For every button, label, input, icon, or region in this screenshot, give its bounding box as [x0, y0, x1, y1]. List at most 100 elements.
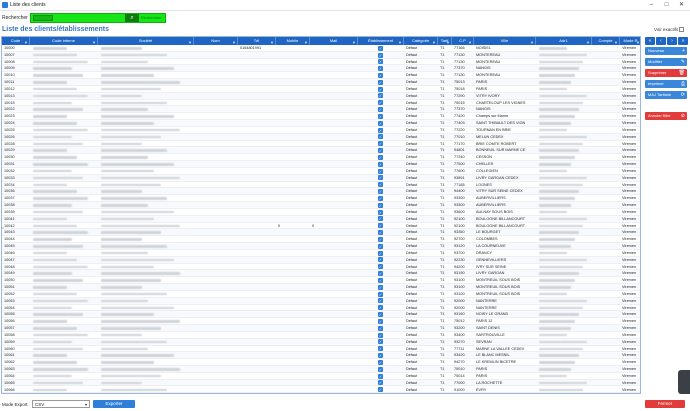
establishment-checkbox[interactable]: ✓ [378, 346, 383, 352]
establishment-checkbox[interactable]: ✓ [378, 127, 383, 133]
table-row[interactable]: 10048 ✓ Défaut T1 94200 IVRY SUR SEINE Viremen [2, 264, 640, 271]
exact-checkbox[interactable] [679, 27, 685, 33]
table-row[interactable]: 10033 ✓ Défaut T1 93891 LIVRY GARGAN CEDEX Vir… [2, 174, 640, 182]
column-header[interactable]: Tarif ▼ [438, 37, 452, 45]
establishment-checkbox[interactable]: ✓ [378, 182, 383, 188]
table-row[interactable]: 10056 ✓ Défaut T1 75012 PARIS 12 Viremen [2, 318, 640, 326]
table-row[interactable]: 10038 ✓ Défaut T1 93300 AUBERVILLIERS Viremen [2, 202, 640, 209]
table-row[interactable]: 10015 ✓ Défaut T1 75015 CHARTELOUP LES VIGNES… [2, 100, 640, 107]
establishment-checkbox[interactable]: ✓ [378, 168, 383, 174]
table-row[interactable]: 10022 ✓ Défaut T1 77370 NANGIS Viremen [2, 106, 640, 114]
table-row[interactable]: 10057 ✓ Défaut T1 93200 SAINT DENIS Viremen [2, 325, 640, 332]
export-button[interactable]: Exporter [93, 400, 135, 408]
table-row[interactable]: 10060 ✓ Défaut T1 77711 MARNE LA VALLEE CEDEX… [2, 346, 640, 353]
establishment-checkbox[interactable]: ✓ [378, 277, 383, 283]
floating-panel-tab[interactable] [678, 370, 690, 394]
establishment-checkbox[interactable]: ✓ [378, 332, 383, 338]
column-header[interactable]: Nom ▼ [194, 37, 238, 45]
table-row[interactable]: 10058 ✓ Défaut T1 93400 SARTROUVILLE Viremen [2, 332, 640, 339]
search-input[interactable] [33, 15, 53, 21]
table-row[interactable]: 10062 ✓ Défaut T1 94270 LE KREMLIN BICETRE Vir… [2, 359, 640, 366]
table-row[interactable]: 10024 ✓ Défaut T1 77403 SAINT THIBAULT DES VI… [2, 120, 640, 127]
exact-toggle[interactable]: Voir exactifs [654, 27, 685, 33]
table-row[interactable]: 10052 ✓ Défaut T1 93100 MONTREUIL SOUS BOIS Vi… [2, 291, 640, 298]
cancel-filter-button[interactable]: Annuler filtre ⊘ [645, 112, 687, 120]
table-row[interactable]: 10031 ✓ Défaut T1 77500 CHELLES Viremen [2, 161, 640, 168]
establishment-checkbox[interactable]: ✓ [378, 86, 383, 92]
table-row[interactable]: 10043 ✓ Défaut T1 93350 LE BOURGET Viremen [2, 229, 640, 237]
table-row[interactable]: 10049 ✓ Défaut T1 93190 LIVRY GARGAN Viremen [2, 270, 640, 278]
table-row[interactable]: 10030 ✓ Défaut T1 77240 CESSON Viremen [2, 154, 640, 162]
resize-handle[interactable]: ⇔ [0, 225, 5, 231]
table-row[interactable]: 10053 ✓ Défaut T1 92000 NANTERRE Viremen [2, 297, 640, 305]
establishment-checkbox[interactable]: ✓ [378, 223, 383, 229]
column-header[interactable]: Catégorie ▼ [404, 37, 438, 45]
maximize-button[interactable]: □ [660, 0, 673, 10]
establishment-checkbox[interactable]: ✓ [378, 257, 383, 263]
establishment-checkbox[interactable]: ✓ [378, 373, 383, 379]
table-row[interactable]: 10055 ✓ Défaut T1 93160 NOISY LE GRAND Viremen [2, 311, 640, 319]
table-row[interactable]: 10032 ✓ Défaut T1 77600 COLLEGIEN Viremen [2, 168, 640, 175]
table-row[interactable]: 10010 ✓ Défaut T1 77130 MONTEREAU Viremen [2, 72, 640, 80]
table-row[interactable]: 10034 ✓ Défaut T1 77185 LOGNES Viremen [2, 182, 640, 189]
establishment-checkbox[interactable]: ✓ [378, 325, 383, 331]
search-button[interactable]: ⌕ [125, 14, 139, 22]
establishment-checkbox[interactable]: ✓ [378, 264, 383, 270]
establishment-checkbox[interactable]: ✓ [378, 312, 383, 318]
next-page-button[interactable]: › [667, 37, 677, 45]
establishment-checkbox[interactable]: ✓ [378, 339, 383, 345]
establishment-checkbox[interactable]: ✓ [378, 79, 383, 85]
table-row[interactable]: 10026 ✓ Défaut T1 77010 MELUN CEDEX Viremen [2, 133, 640, 141]
establishment-checkbox[interactable]: ✓ [378, 154, 383, 160]
table-row[interactable]: 10054 ✓ Défaut T1 92000 NANTERRE Viremen [2, 305, 640, 312]
establishment-checkbox[interactable]: ✓ [378, 195, 383, 201]
establishment-checkbox[interactable]: ✓ [378, 175, 383, 181]
first-page-button[interactable]: « [645, 37, 655, 45]
establishment-checkbox[interactable]: ✓ [378, 73, 383, 78]
establishment-checkbox[interactable]: ✓ [378, 271, 383, 277]
update-tariff-button[interactable]: MAJ Tarifaire ⟳ [645, 91, 687, 99]
table-row[interactable]: 10007 ✓ Défaut T1 77130 MONTEREAU Viremen [2, 51, 640, 59]
close-button[interactable]: Fermer [645, 400, 685, 408]
establishment-checkbox[interactable]: ✓ [378, 380, 383, 386]
table-row[interactable]: 10046 ✓ Défaut T1 93700 DRANCY Viremen [2, 250, 640, 257]
establishment-checkbox[interactable]: ✓ [378, 202, 383, 208]
establishment-checkbox[interactable]: ✓ [378, 250, 383, 256]
table-row[interactable]: 10044 ✓ Défaut T1 92700 COLOMBES Viremen [2, 236, 640, 244]
delete-button[interactable]: Supprimer 🗑 [645, 69, 687, 77]
establishment-checkbox[interactable]: ✓ [378, 236, 383, 242]
last-page-button[interactable]: » [678, 37, 688, 45]
column-header[interactable]: Adr1 ▼ [536, 37, 592, 45]
column-header[interactable]: Code ▼ [2, 37, 30, 45]
column-header[interactable]: Mobile ▼ [276, 37, 310, 45]
table-row[interactable]: 10042 0 0 ✓ Défaut T1 92100 BOULOGNE BILLANCOUR… [2, 223, 640, 230]
table-row[interactable]: 10066 ✓ Défaut T1 91000 ÉVRY Viremen [2, 387, 640, 393]
establishment-checkbox[interactable]: ✓ [378, 59, 383, 65]
export-mode-select[interactable]: CSV ▾ [32, 400, 90, 408]
edit-button[interactable]: Modifier ✎ [645, 58, 687, 66]
establishment-checkbox[interactable]: ✓ [378, 161, 383, 167]
establishment-checkbox[interactable]: ✓ [378, 52, 383, 58]
establishment-checkbox[interactable]: ✓ [378, 120, 383, 126]
table-row[interactable]: 10029 ✓ Défaut T1 94801 BONNEUIL SUR MARNE CE… [2, 147, 640, 155]
establishment-checkbox[interactable]: ✓ [378, 100, 383, 106]
table-row[interactable]: 10008 ✓ Défaut T1 77130 MONTEREAU Viremen [2, 59, 640, 66]
print-button[interactable]: Imprimer ⎙ [645, 80, 687, 88]
column-header[interactable]: Compte ▼ [592, 37, 620, 45]
column-header[interactable]: Société ▼ [98, 37, 194, 45]
table-row[interactable]: 10065 ✓ Défaut T1 77000 LA ROCHETTE Viremen [2, 379, 640, 387]
establishment-checkbox[interactable]: ✓ [378, 318, 383, 324]
establishment-checkbox[interactable]: ✓ [378, 148, 383, 154]
establishment-checkbox[interactable]: ✓ [378, 353, 383, 359]
table-row[interactable]: 10012 ✓ Défaut T1 75018 PARIS Viremen [2, 86, 640, 93]
establishment-checkbox[interactable]: ✓ [378, 45, 383, 51]
establishment-checkbox[interactable]: ✓ [378, 141, 383, 147]
table-row[interactable]: 10059 ✓ Défaut T1 93270 SEVRAN Viremen [2, 338, 640, 346]
table-row[interactable]: 10009 ✓ Défaut T1 77370 NANGIS Viremen [2, 65, 640, 73]
establishment-checkbox[interactable]: ✓ [378, 359, 383, 365]
establishment-checkbox[interactable]: ✓ [378, 298, 383, 304]
establishment-checkbox[interactable]: ✓ [378, 284, 383, 290]
establishment-checkbox[interactable]: ✓ [378, 209, 383, 215]
new-button[interactable]: Nouveau + [645, 47, 687, 55]
table-row[interactable]: 10051 ✓ Défaut T1 93100 MONTREUIL SOUS BOIS Vi… [2, 284, 640, 291]
